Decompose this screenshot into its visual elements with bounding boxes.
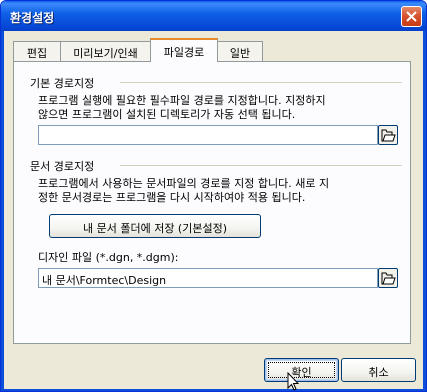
- tab-label: 편집: [26, 47, 48, 60]
- design-file-label: 디자인 파일 (*.dgn, *.dgm):: [38, 251, 179, 264]
- focus-ring: [268, 362, 335, 378]
- tab-file-path[interactable]: 파일경로: [150, 38, 218, 62]
- tab-label: 미리보기/인쇄: [73, 47, 138, 60]
- save-to-my-documents-button[interactable]: 내 문서 폴더에 저장 (기본설정): [49, 214, 261, 238]
- base-path-description-line1: 프로그램 실행에 필요한 필수파일 경로를 지정합니다. 지정하지: [38, 94, 326, 107]
- window-frame-right: [423, 31, 426, 391]
- window-title: 환경설정: [10, 11, 55, 25]
- mouse-pointer-icon: [287, 372, 299, 391]
- tab-general[interactable]: 일반: [217, 41, 263, 61]
- tab-preview-print[interactable]: 미리보기/인쇄: [60, 41, 151, 61]
- title-bar[interactable]: 환경설정: [1, 1, 426, 31]
- base-path-browse-button[interactable]: [378, 125, 398, 145]
- window-frame-left: [1, 31, 4, 391]
- tab-label: 파일경로: [163, 46, 205, 59]
- open-folder-icon: [381, 129, 396, 142]
- doc-path-description-line2: 정한 문서경로는 프로그램을 다시 시작하여야 적용 됩니다.: [38, 191, 306, 204]
- cancel-button[interactable]: 취소: [341, 358, 416, 382]
- base-path-input[interactable]: [38, 125, 378, 145]
- cancel-button-label: 취소: [368, 366, 389, 379]
- settings-dialog: 환경설정 편집 미리보기/인쇄 파일경로 일반 기본 경로지정 프로그램 실행에…: [0, 0, 427, 392]
- design-path-browse-button[interactable]: [378, 268, 398, 288]
- open-folder-icon: [381, 272, 396, 285]
- close-button[interactable]: [401, 6, 422, 27]
- group-divider: [120, 82, 402, 84]
- tab-label: 일반: [229, 47, 251, 60]
- doc-path-description-line1: 프로그램에서 사용하는 문서파일의 경로를 지정 합니다. 새로 지: [38, 177, 330, 190]
- base-path-description-line2: 않으면 프로그램이 설치된 디렉토리가 자동 선택 됩니다.: [38, 108, 296, 121]
- base-path-group-title: 기본 경로지정: [30, 77, 95, 90]
- close-icon: [406, 11, 417, 22]
- design-path-input[interactable]: 내 문서\Formtec\Design: [38, 268, 378, 288]
- group-divider: [120, 165, 402, 167]
- tab-edit[interactable]: 편집: [13, 41, 61, 61]
- doc-path-group-title: 문서 경로지정: [30, 160, 95, 173]
- tab-panel-file-path: 기본 경로지정 프로그램 실행에 필요한 필수파일 경로를 지정합니다. 지정하…: [13, 61, 411, 344]
